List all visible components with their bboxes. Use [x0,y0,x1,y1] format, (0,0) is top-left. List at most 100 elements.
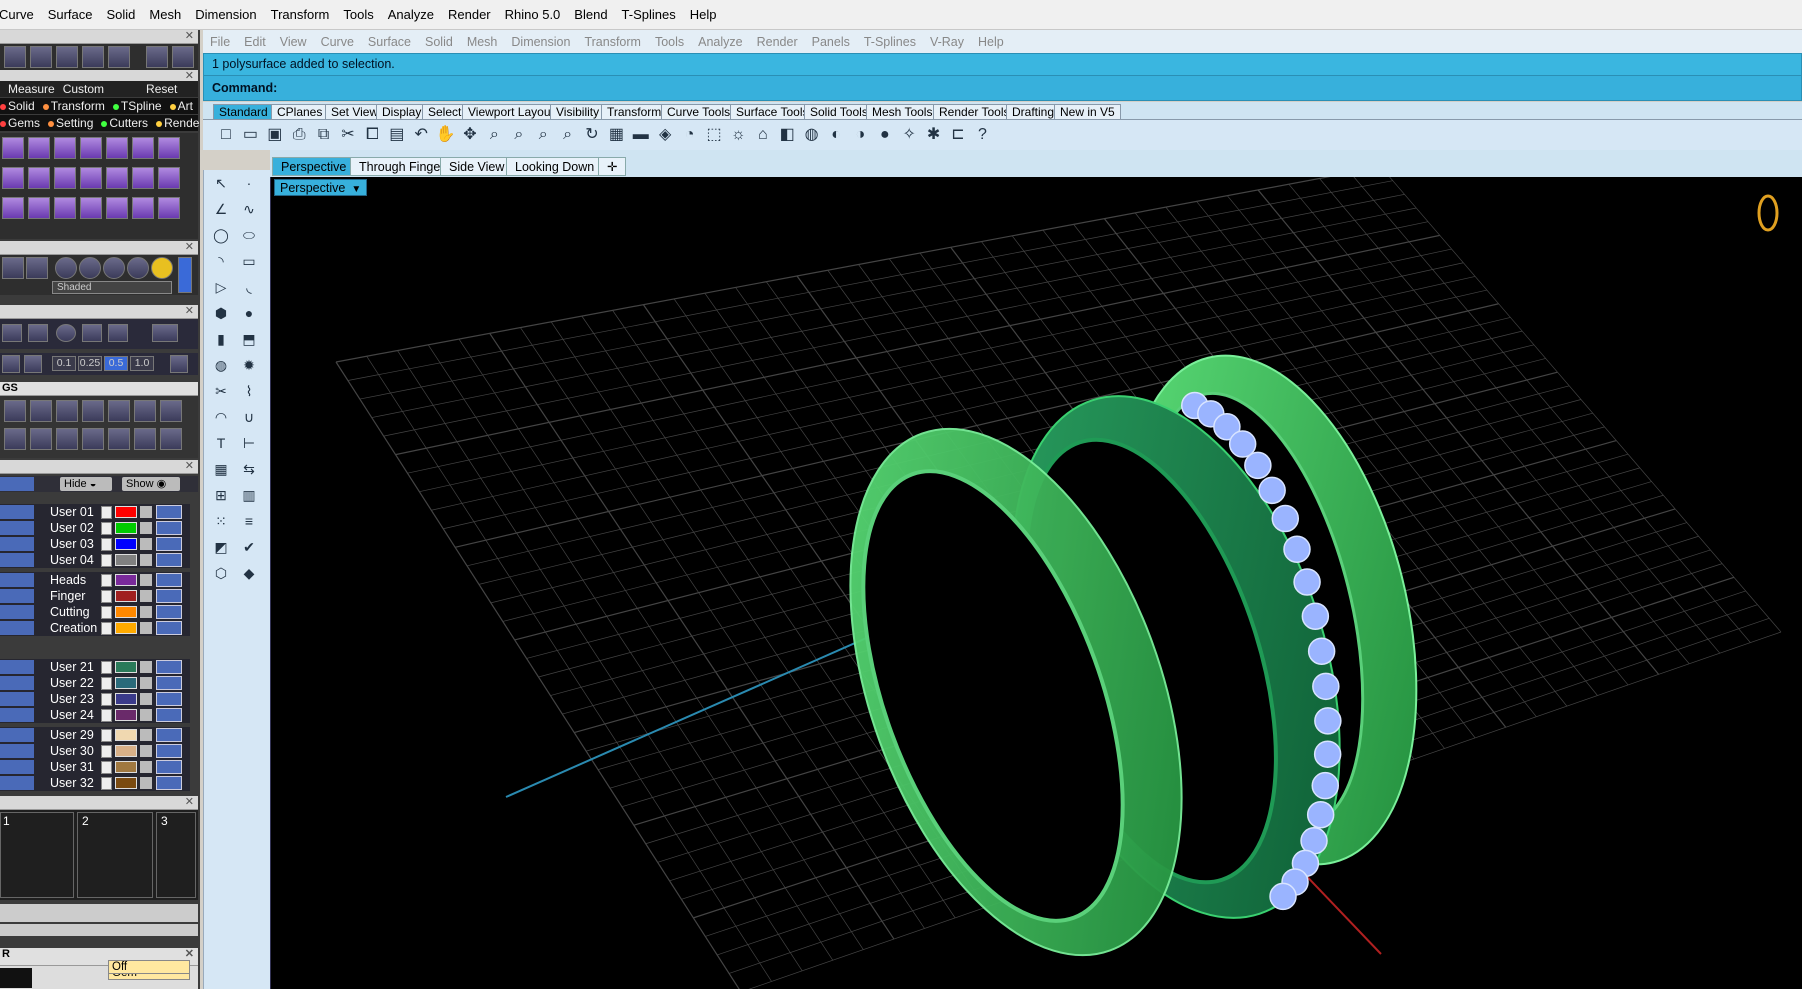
layer-header-toggle[interactable] [0,477,34,491]
layer-toggle[interactable] [0,660,34,674]
snap-icon[interactable] [108,324,128,342]
tab-surface-tools[interactable]: Surface Tools [730,104,815,119]
plugin-tab-render[interactable]: Render [156,116,200,130]
layer-color-swatch[interactable] [115,745,137,757]
menu-tools[interactable]: Tools [336,0,380,30]
layer-toggle[interactable] [0,776,34,790]
menu-rhino-5-0[interactable]: Rhino 5.0 [498,0,568,30]
jewelry-tool-icon[interactable] [2,137,24,159]
close-icon[interactable]: ✕ [185,459,194,472]
menu-solid[interactable]: Solid [100,0,143,30]
lock-icon[interactable] [140,554,152,566]
jewelry-tool-icon[interactable] [28,137,50,159]
layer-row[interactable]: User 01 [0,504,190,520]
expand-arrow-icon[interactable] [101,708,112,722]
layer-toggle[interactable] [0,692,34,706]
move-icon[interactable]: ✥ [459,124,481,146]
layer-visibility-toggle[interactable] [156,589,182,603]
layer-toggle[interactable] [0,505,34,519]
layer-visibility-toggle[interactable] [156,776,182,790]
snap-icon[interactable] [82,324,102,342]
split-icon[interactable]: ✂ [210,380,232,402]
lock-icon[interactable] [140,606,152,618]
layer-color-swatch[interactable] [115,777,137,789]
jewelry-tool-icon[interactable] [158,197,180,219]
close-icon[interactable]: ✕ [185,947,194,960]
jewelry-tool-icon[interactable] [28,167,50,189]
mirror-icon[interactable]: ⇆ [238,458,260,480]
check-icon[interactable]: ✔ [238,536,260,558]
page-3[interactable]: 3 [156,812,196,898]
gs-tool-icon[interactable] [30,400,52,422]
paint-icon[interactable]: ◆ [238,562,260,584]
expand-arrow-icon[interactable] [101,728,112,742]
layer-visibility-toggle[interactable] [156,760,182,774]
array-icon[interactable]: ▦ [210,458,232,480]
layer-toggle[interactable] [0,521,34,535]
expand-arrow-icon[interactable] [101,573,112,587]
measure-label[interactable]: Measure [8,82,59,96]
help-icon[interactable]: ? [971,124,993,146]
lock-icon[interactable]: ⌂ [752,124,774,146]
menu2-file[interactable]: File [203,35,237,49]
plugin-tab-tspline[interactable]: TSpline [112,99,170,113]
rectangle-icon[interactable]: ▭ [238,250,260,272]
layer-visibility-toggle[interactable] [156,708,182,722]
expand-arrow-icon[interactable] [101,537,112,551]
layer-row[interactable]: Finger [0,588,190,604]
splitter[interactable] [0,924,198,936]
layer-toggle[interactable] [0,760,34,774]
layout-icon[interactable]: ▦ [605,124,627,146]
diamond-icon[interactable] [2,355,20,373]
zoom-selected-icon[interactable]: ⌕ [557,124,579,146]
copy-icon[interactable]: ⧉ [313,124,335,146]
menu2-render[interactable]: Render [750,35,805,49]
expand-arrow-icon[interactable] [101,553,112,567]
expand-arrow-icon[interactable] [101,521,112,535]
jewelry-tool-icon[interactable] [132,167,154,189]
layer-visibility-toggle[interactable] [156,692,182,706]
layer-toggle[interactable] [0,744,34,758]
layer-color-swatch[interactable] [115,590,137,602]
menu-mesh[interactable]: Mesh [142,0,188,30]
layer-color-swatch[interactable] [115,709,137,721]
layer-toggle[interactable] [0,676,34,690]
menu2-analyze[interactable]: Analyze [691,35,749,49]
layer-toggle[interactable] [0,553,34,567]
jewelry-tool-icon[interactable] [106,137,128,159]
zoom-extents-icon[interactable]: ⌕ [532,124,554,146]
menu2-help[interactable]: Help [971,35,1011,49]
gs-tool-icon[interactable] [134,400,156,422]
layer-visibility-toggle[interactable] [156,728,182,742]
close-icon[interactable]: ✕ [185,240,194,253]
tab-standard[interactable]: Standard [213,104,274,119]
tab-curve-tools[interactable]: Curve Tools [661,104,737,119]
layer-visibility-toggle[interactable] [156,660,182,674]
sphere-icon[interactable]: ● [874,124,896,146]
expand-arrow-icon[interactable] [101,505,112,519]
layer-color-swatch[interactable] [115,761,137,773]
jewelry-tool-icon[interactable] [2,167,24,189]
lock-icon[interactable] [140,745,152,757]
layer-visibility-toggle[interactable] [156,605,182,619]
paste-icon[interactable]: ⧠ [361,124,383,146]
layer-color-swatch[interactable] [115,606,137,618]
gs-tool-icon[interactable] [30,428,52,450]
jewelry-tool-icon[interactable] [80,197,102,219]
layer-color-swatch[interactable] [115,574,137,586]
layer-visibility-toggle[interactable] [156,676,182,690]
lock-icon[interactable] [140,693,152,705]
car-icon[interactable]: ▬ [630,124,652,146]
expand-arrow-icon[interactable] [101,692,112,706]
tab-cplanes[interactable]: CPlanes [271,104,329,119]
viewport-tab-through-finger[interactable]: Through Finger [350,157,454,176]
rotate-icon[interactable]: ↻ [581,124,603,146]
stack-icon[interactable]: ≡ [238,510,260,532]
gs-tool-icon[interactable] [160,428,182,450]
layer-color-swatch[interactable] [115,729,137,741]
link-icon[interactable] [56,46,78,68]
layer-visibility-toggle[interactable] [156,505,182,519]
layer-visibility-toggle[interactable] [156,521,182,535]
gs-tool-icon[interactable] [4,400,26,422]
extrude-icon[interactable]: ⬒ [238,328,260,350]
